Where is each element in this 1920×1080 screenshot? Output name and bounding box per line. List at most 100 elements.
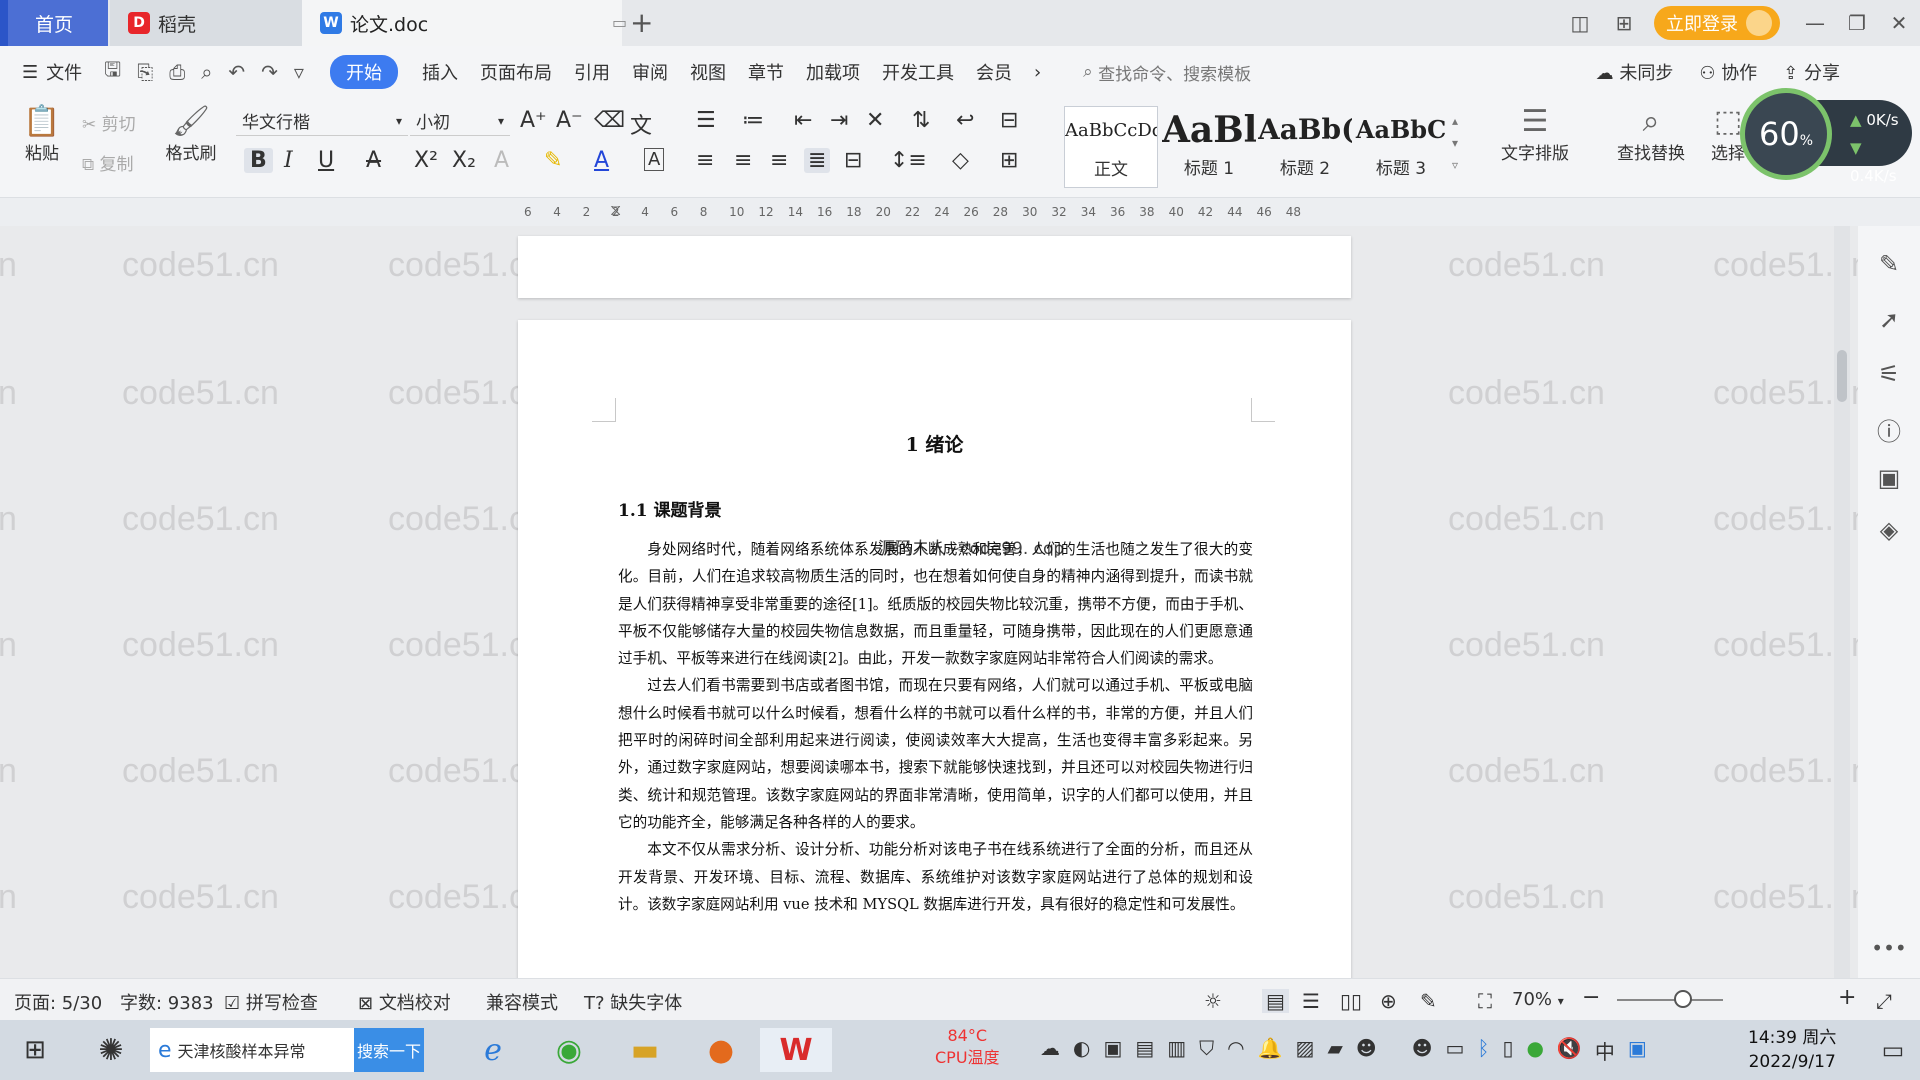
- browser-360-icon[interactable]: ◉: [542, 1028, 596, 1072]
- zoom-slider[interactable]: [1617, 999, 1723, 1001]
- numbered-list-icon[interactable]: ≔: [742, 108, 764, 133]
- spell-check-button[interactable]: ☑ 拼写检查: [224, 989, 318, 1015]
- web-view-icon[interactable]: ⊕: [1380, 989, 1397, 1013]
- font-color-button[interactable]: A: [594, 148, 609, 173]
- document-page[interactable]: 1 绪论 1.1 课题背景 源码人人~code99. cop 身处网络时代，随着…: [518, 320, 1351, 978]
- close-button[interactable]: ✕: [1878, 11, 1920, 35]
- outline-view-icon[interactable]: ☰: [1302, 989, 1320, 1013]
- font-size-select[interactable]: 小初 ▾: [410, 106, 510, 136]
- adjust-icon[interactable]: ⚟: [1858, 360, 1920, 388]
- menu-references[interactable]: 引用: [574, 59, 610, 85]
- italic-button[interactable]: I: [284, 148, 293, 173]
- page-indicator[interactable]: 页面: 5/30: [14, 989, 102, 1015]
- export-icon[interactable]: ⎘: [137, 60, 153, 84]
- tray-app-icon[interactable]: ▤: [1135, 1036, 1154, 1065]
- network-speed-widget[interactable]: 60% ▲ 0K/s ▼ 0.4K/s: [1740, 88, 1912, 185]
- zoom-in-button[interactable]: +: [1838, 985, 1856, 1010]
- highlight-icon[interactable]: ✎: [544, 148, 562, 173]
- collab-button[interactable]: ⚇ 协作: [1699, 59, 1757, 85]
- char-border-button[interactable]: A: [644, 148, 665, 171]
- more-icon[interactable]: •••: [1858, 936, 1920, 960]
- chinese-layout-icon[interactable]: ✕: [866, 108, 884, 133]
- customize-dropdown-icon[interactable]: ▿: [294, 60, 304, 84]
- volume-mute-icon[interactable]: 🔇: [1557, 1036, 1582, 1065]
- justify-icon[interactable]: ≣: [804, 148, 831, 173]
- distribute-icon[interactable]: ⊟: [844, 148, 862, 173]
- tray-app-icon[interactable]: ▨: [1296, 1036, 1315, 1065]
- minimize-button[interactable]: —: [1794, 11, 1836, 35]
- action-center-icon[interactable]: ▭: [1866, 1028, 1920, 1072]
- image-tool-icon[interactable]: ▣: [1858, 464, 1920, 492]
- usb-icon[interactable]: ▯: [1502, 1036, 1513, 1065]
- missing-font-button[interactable]: T? 缺失字体: [584, 989, 682, 1015]
- decrease-indent-icon[interactable]: ⇤: [794, 108, 812, 133]
- print-icon[interactable]: ⎙: [169, 60, 185, 84]
- proofread-button[interactable]: ⊠ 文档校对: [358, 989, 451, 1015]
- shrink-font-icon[interactable]: A⁻: [556, 108, 583, 133]
- word-count[interactable]: 字数: 9383: [120, 989, 214, 1015]
- menu-insert[interactable]: 插入: [422, 59, 458, 85]
- border-icon[interactable]: ⊞: [1000, 148, 1018, 173]
- subscript-button[interactable]: X₂: [452, 148, 476, 173]
- style-scroll-icon[interactable]: ▴ ▾ ▿: [1452, 110, 1458, 176]
- bluetooth-icon[interactable]: ᛒ: [1477, 1036, 1489, 1065]
- share-button[interactable]: ⇪ 分享: [1783, 59, 1840, 85]
- superscript-button[interactable]: X²: [414, 148, 438, 173]
- menu-review[interactable]: 审阅: [632, 59, 668, 85]
- show-marks-icon[interactable]: ↩: [956, 108, 974, 133]
- tray-app-icon[interactable]: ▥: [1167, 1036, 1186, 1065]
- tray-app-icon[interactable]: ●: [1526, 1036, 1543, 1065]
- tab-document[interactable]: W 论文.doc: [302, 0, 622, 46]
- menu-page-layout[interactable]: 页面布局: [480, 59, 552, 85]
- print-preview-icon[interactable]: ⌕: [201, 60, 212, 84]
- tab-monitor-icon[interactable]: ▭: [612, 13, 627, 32]
- taskbar-clock[interactable]: 14:39 周六 2022/9/17: [1748, 1026, 1836, 1074]
- apps-grid-icon[interactable]: ⊞: [1602, 11, 1646, 35]
- undo-icon[interactable]: ↶: [228, 60, 245, 84]
- bold-button[interactable]: B: [244, 148, 273, 173]
- align-left-icon[interactable]: ≡: [696, 148, 714, 173]
- style-heading-1[interactable]: AaBl 标题 1: [1162, 106, 1256, 188]
- wifi-icon[interactable]: ◠: [1227, 1036, 1244, 1065]
- windows-start-icon[interactable]: ⊞: [8, 1028, 62, 1072]
- menu-dev-tools[interactable]: 开发工具: [882, 59, 954, 85]
- increase-indent-icon[interactable]: ⇥: [830, 108, 848, 133]
- help-icon[interactable]: ⓘ: [1858, 412, 1920, 447]
- restore-button[interactable]: ❐: [1836, 11, 1878, 35]
- gpu-icon[interactable]: ▰: [1327, 1036, 1342, 1065]
- taskbar-search-button[interactable]: 搜索一下: [354, 1028, 424, 1072]
- zoom-out-button[interactable]: −: [1582, 985, 1600, 1010]
- align-center-icon[interactable]: ≡: [734, 148, 752, 173]
- tray-app-icon[interactable]: ▣: [1628, 1036, 1647, 1065]
- redo-icon[interactable]: ↷: [261, 60, 278, 84]
- edit-pen-icon[interactable]: ✎: [1858, 250, 1920, 278]
- taskbar-search[interactable]: e 天津核酸样本异常 搜索一下: [150, 1028, 424, 1072]
- shading-icon[interactable]: ◇: [952, 148, 969, 173]
- menu-addins[interactable]: 加载项: [806, 59, 860, 85]
- zoom-level-select[interactable]: 70% ▾: [1512, 989, 1564, 1010]
- notification-bell-icon[interactable]: 🔔: [1258, 1036, 1283, 1065]
- menu-view[interactable]: 视图: [690, 59, 726, 85]
- app-pinwheel-icon[interactable]: ✺: [84, 1028, 138, 1072]
- menu-more-icon[interactable]: ›: [1034, 62, 1041, 83]
- fullscreen-icon[interactable]: ⤢: [1876, 989, 1892, 1013]
- style-heading-3[interactable]: AaBbC 标题 3: [1354, 106, 1448, 188]
- menu-member[interactable]: 会员: [976, 59, 1012, 85]
- qq-icon[interactable]: ☻: [1356, 1036, 1377, 1065]
- pointer-icon[interactable]: ➚: [1858, 306, 1920, 334]
- paste-button[interactable]: 📋 粘贴: [14, 104, 70, 164]
- zoom-slider-knob[interactable]: [1674, 990, 1692, 1008]
- wps-taskbar-icon[interactable]: W: [760, 1028, 832, 1072]
- sort-icon[interactable]: ⇅: [912, 108, 930, 133]
- battery-icon[interactable]: ▭: [1446, 1036, 1465, 1065]
- text-effect-button[interactable]: A: [494, 148, 509, 173]
- underline-button[interactable]: U: [318, 148, 334, 173]
- align-right-icon[interactable]: ≡: [770, 148, 788, 173]
- format-painter-button[interactable]: 🖌 格式刷: [160, 104, 222, 164]
- command-search[interactable]: ⌕ 查找命令、搜索模板: [1083, 60, 1251, 85]
- font-family-select[interactable]: 华文行楷 ▾: [236, 106, 408, 136]
- write-view-icon[interactable]: ✎: [1420, 989, 1437, 1013]
- style-heading-2[interactable]: AaBb( 标题 2: [1258, 106, 1352, 188]
- tab-home[interactable]: 首页: [0, 0, 108, 62]
- menu-chapter[interactable]: 章节: [748, 59, 784, 85]
